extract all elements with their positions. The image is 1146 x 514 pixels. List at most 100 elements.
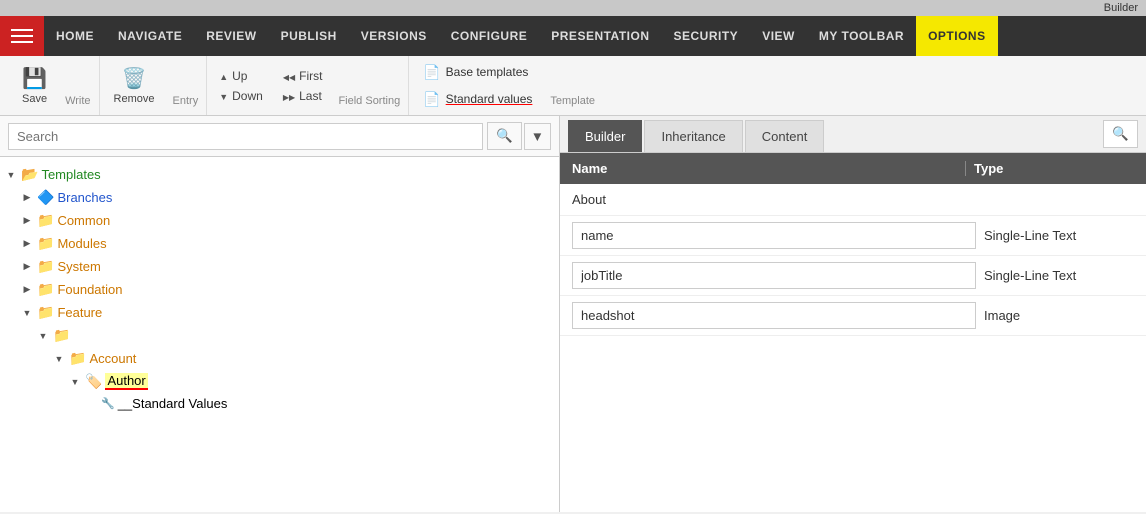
nav-navigate[interactable]: NAVIGATE — [106, 16, 194, 56]
headshot-type: Image — [984, 308, 1134, 323]
system-label: System — [57, 259, 100, 274]
left-panel: 🔍 ▼ ▼ 📂 Templates ▶ 🔷 Branches ▶ 📁 Commo… — [0, 116, 560, 512]
nav-home[interactable]: HOME — [44, 16, 106, 56]
toggle-modules[interactable]: ▶ — [20, 237, 34, 251]
toggle-templates[interactable]: ▼ — [4, 168, 18, 182]
foundation-label: Foundation — [57, 282, 122, 297]
nav-configure[interactable]: CONFIGURE — [439, 16, 540, 56]
toggle-branches[interactable]: ▶ — [20, 191, 34, 205]
standard-values-icon: 📄 — [423, 91, 440, 108]
nav-options[interactable]: OPTIONS — [916, 16, 998, 56]
hamburger-button[interactable] — [0, 16, 44, 56]
branches-label: Branches — [57, 190, 112, 205]
toggle-author[interactable]: ▼ — [68, 375, 82, 389]
tree-item-author[interactable]: ▼ 🏷️ Author — [64, 370, 559, 393]
up-down-group: Up Down — [215, 67, 267, 105]
account-icon: 📁 — [69, 350, 86, 367]
write-group-label: Write — [65, 95, 90, 111]
remove-label: Remove — [114, 93, 155, 105]
table-row: Single-Line Text — [560, 256, 1146, 296]
feature-folder-icon: 📁 — [53, 327, 70, 344]
first-last-group: First Last — [279, 67, 327, 105]
toggle-feature-folder[interactable]: ▼ — [36, 329, 50, 343]
tab-inheritance[interactable]: Inheritance — [644, 120, 742, 152]
table-row: Image — [560, 296, 1146, 336]
standard-values-tree-label: __Standard Values — [118, 396, 228, 411]
remove-button[interactable]: 🗑️ Remove — [108, 62, 161, 109]
nav-view[interactable]: VIEW — [750, 16, 807, 56]
tree-container: ▼ 📂 Templates ▶ 🔷 Branches ▶ 📁 Common ▶ … — [0, 157, 559, 512]
author-label: Author — [105, 373, 147, 390]
nav-publish[interactable]: PUBLISH — [269, 16, 349, 56]
name-type: Single-Line Text — [984, 228, 1134, 243]
toggle-common[interactable]: ▶ — [20, 214, 34, 228]
search-dropdown-button[interactable]: ▼ — [524, 123, 551, 150]
modules-icon: 📁 — [37, 235, 54, 252]
down-button[interactable]: Down — [215, 87, 267, 105]
up-button[interactable]: Up — [215, 67, 267, 85]
save-icon: 💾 — [22, 66, 47, 91]
header-divider — [965, 161, 966, 176]
tree-item-foundation[interactable]: ▶ 📁 Foundation — [16, 278, 559, 301]
field-sorting-group: Up Down First Last Field Sorting — [207, 56, 409, 115]
templates-icon: 📂 — [21, 166, 38, 183]
nav-versions[interactable]: VERSIONS — [349, 16, 439, 56]
standard-values-tree-icon: 🔧 — [101, 397, 115, 410]
toggle-account[interactable]: ▼ — [52, 352, 66, 366]
tab-builder[interactable]: Builder — [568, 120, 642, 152]
table-header: Name Type — [560, 153, 1146, 184]
save-label: Save — [22, 93, 47, 105]
jobtitle-field[interactable] — [572, 262, 976, 289]
tree-item-modules[interactable]: ▶ 📁 Modules — [16, 232, 559, 255]
tree-item-account[interactable]: ▼ 📁 Account — [48, 347, 559, 370]
standard-values-button[interactable]: 📄 Standard values — [417, 88, 538, 111]
toggle-feature[interactable]: ▼ — [20, 306, 34, 320]
template-group: 📄 Base templates 📄 Standard values Templ… — [409, 56, 603, 115]
nav-mytoolbar[interactable]: MY TOOLBAR — [807, 16, 916, 56]
nav-presentation[interactable]: PRESENTATION — [539, 16, 661, 56]
tree-item-system[interactable]: ▶ 📁 System — [16, 255, 559, 278]
foundation-icon: 📁 — [37, 281, 54, 298]
section-about: About — [560, 184, 1146, 216]
first-label: First — [299, 69, 322, 83]
nav-items: HOME NAVIGATE REVIEW PUBLISH VERSIONS CO… — [44, 16, 1146, 56]
tree-item-branches[interactable]: ▶ 🔷 Branches — [16, 186, 559, 209]
nav-review[interactable]: REVIEW — [194, 16, 268, 56]
tree-item-feature-folder[interactable]: ▼ 📁 — [32, 324, 559, 347]
down-icon — [219, 89, 228, 103]
up-icon — [219, 69, 228, 83]
toolbar: 💾 Save Write 🗑️ Remove Entry Up Down F — [0, 56, 1146, 116]
nav-security[interactable]: SECURITY — [662, 16, 751, 56]
tree-item-feature[interactable]: ▼ 📁 Feature — [16, 301, 559, 324]
name-field[interactable] — [572, 222, 976, 249]
template-group-label: Template — [550, 95, 595, 111]
common-icon: 📁 — [37, 212, 54, 229]
search-input[interactable] — [8, 123, 483, 150]
table-body: About Single-Line Text Single-Line Text … — [560, 184, 1146, 512]
modules-label: Modules — [57, 236, 106, 251]
tab-search-button[interactable]: 🔍 — [1103, 120, 1138, 148]
base-templates-icon: 📄 — [423, 64, 440, 81]
entry-group: 🗑️ Remove Entry — [100, 56, 208, 115]
tree-item-templates[interactable]: ▼ 📂 Templates — [0, 163, 559, 186]
tree-item-common[interactable]: ▶ 📁 Common — [16, 209, 559, 232]
last-button[interactable]: Last — [279, 87, 327, 105]
save-button[interactable]: 💾 Save — [16, 62, 53, 109]
headshot-field[interactable] — [572, 302, 976, 329]
first-button[interactable]: First — [279, 67, 327, 85]
tab-content[interactable]: Content — [745, 120, 825, 152]
search-button[interactable]: 🔍 — [487, 122, 522, 150]
search-bar: 🔍 ▼ — [0, 116, 559, 157]
down-label: Down — [232, 89, 263, 103]
base-templates-button[interactable]: 📄 Base templates — [417, 61, 538, 84]
right-panel: Builder Inheritance Content 🔍 Name Type … — [560, 116, 1146, 512]
header-name: Name — [572, 161, 957, 176]
standard-values-label: Standard values — [446, 92, 533, 106]
main-layout: 🔍 ▼ ▼ 📂 Templates ▶ 🔷 Branches ▶ 📁 Commo… — [0, 116, 1146, 512]
nav-bar: HOME NAVIGATE REVIEW PUBLISH VERSIONS CO… — [0, 16, 1146, 56]
toggle-foundation[interactable]: ▶ — [20, 283, 34, 297]
author-icon: 🏷️ — [85, 373, 102, 390]
tree-item-standard-values[interactable]: 🔧 __Standard Values — [80, 393, 559, 414]
account-label: Account — [89, 351, 136, 366]
toggle-system[interactable]: ▶ — [20, 260, 34, 274]
